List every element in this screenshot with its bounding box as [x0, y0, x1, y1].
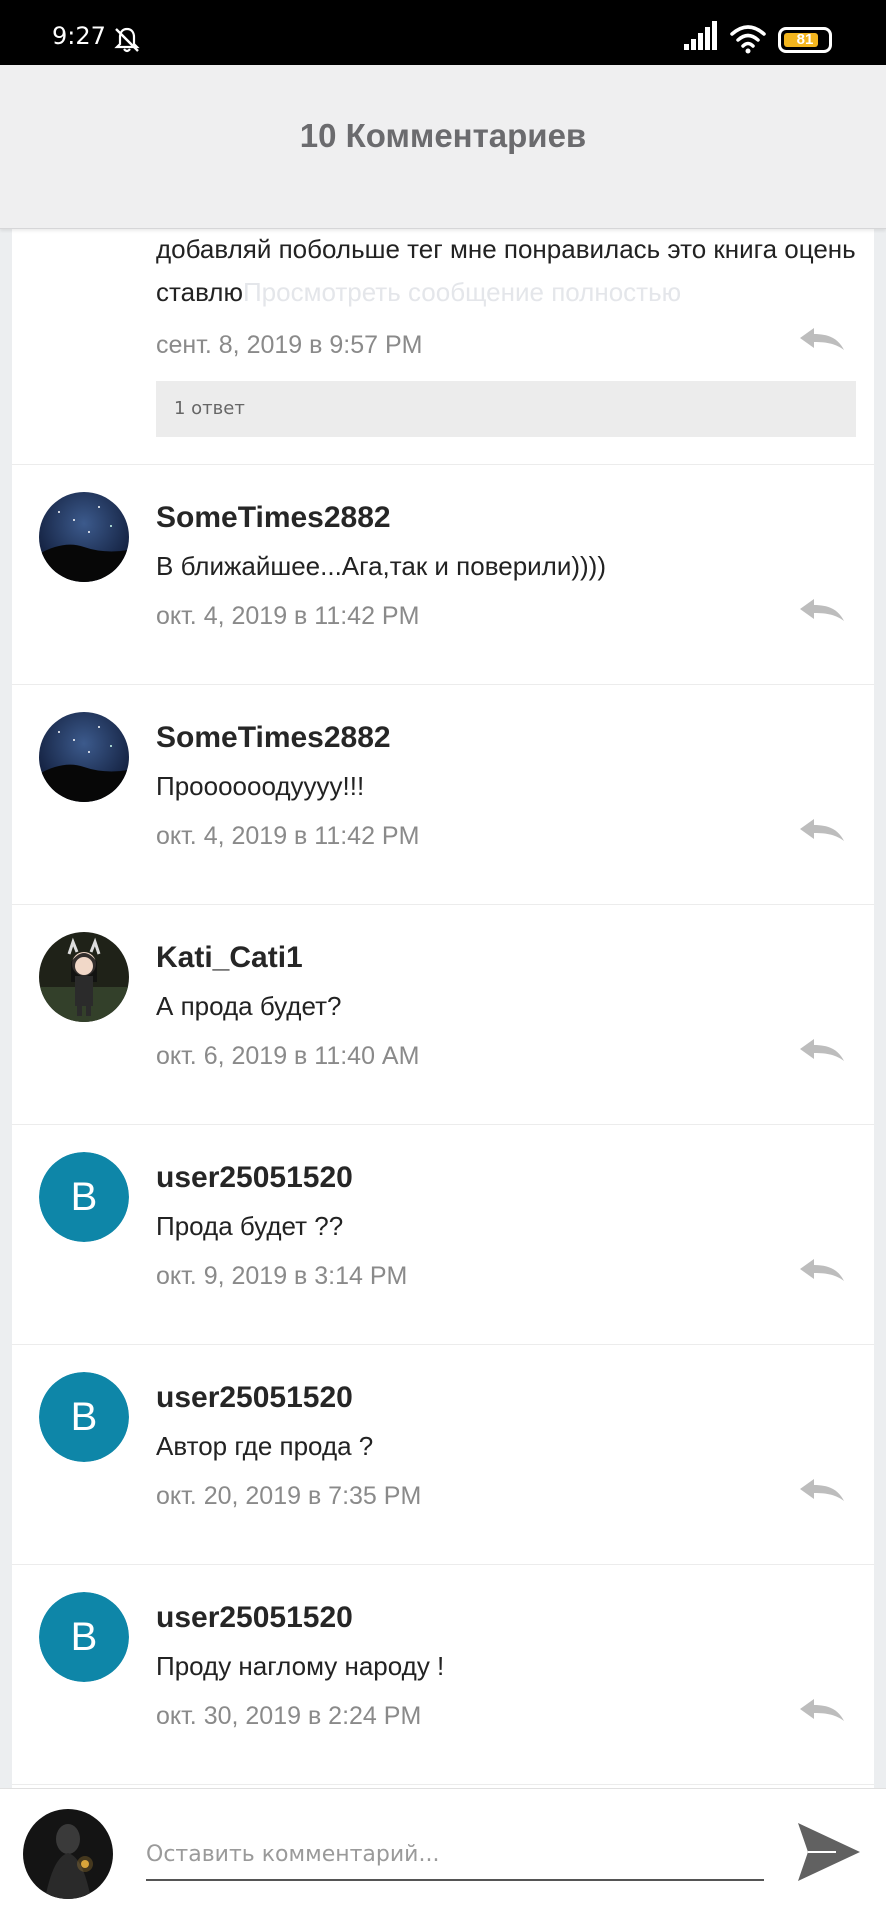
- view-full-message-link[interactable]: Просмотреть сообщение полностью: [243, 277, 681, 307]
- replies-button[interactable]: 1 ответ: [156, 381, 856, 437]
- reply-icon[interactable]: [798, 1037, 846, 1065]
- current-user-avatar: [23, 1809, 113, 1899]
- comment-date: окт. 6, 2019 в 11:40 AM: [156, 1042, 420, 1070]
- comment-text: Проооооодуууу!!!: [156, 771, 365, 801]
- reply-icon[interactable]: [798, 1477, 846, 1505]
- comment-date: окт. 9, 2019 в 3:14 PM: [156, 1262, 408, 1290]
- reply-icon[interactable]: [798, 1697, 846, 1725]
- comment-input[interactable]: [146, 1829, 764, 1881]
- send-icon[interactable]: [796, 1821, 862, 1883]
- comment-date: сент. 8, 2019 в 9:57 PM: [156, 331, 423, 359]
- comments-header: 10 Комментариев: [0, 65, 886, 229]
- comment-username[interactable]: user25051520: [156, 1381, 353, 1415]
- comment-text: Проду наглому народу !: [156, 1651, 445, 1681]
- status-bar: 9:27 81: [0, 0, 886, 65]
- comment-text: добавляй побольше тег мне понравилась эт…: [156, 228, 856, 314]
- avatar[interactable]: B: [39, 1152, 129, 1242]
- comment-text: В ближайшее...Ага,так и поверили)))): [156, 551, 606, 581]
- status-time: 9:27: [52, 22, 106, 50]
- comment-date: окт. 4, 2019 в 11:42 PM: [156, 822, 420, 850]
- avatar[interactable]: B: [39, 1592, 129, 1682]
- comments-list[interactable]: добавляй побольше тег мне понравилась эт…: [12, 228, 874, 1788]
- comment-item: B user25051520 Автор где прода ? окт. 20…: [12, 1345, 874, 1565]
- comment-username[interactable]: user25051520: [156, 1601, 353, 1635]
- comment-date: окт. 30, 2019 в 2:24 PM: [156, 1702, 422, 1730]
- comment-date: окт. 20, 2019 в 7:35 PM: [156, 1482, 422, 1510]
- comment-username[interactable]: SomeTimes2882: [156, 501, 391, 535]
- replies-count: 1 ответ: [174, 398, 245, 419]
- comment-item: добавляй побольше тег мне понравилась эт…: [12, 228, 874, 465]
- comment-username[interactable]: user25051520: [156, 1161, 353, 1195]
- comment-text: Прода будет ??: [156, 1211, 344, 1241]
- night-sky-avatar-image: [39, 492, 129, 582]
- page-title: 10 Комментариев: [299, 117, 587, 154]
- comment-text: А прода будет?: [156, 991, 342, 1021]
- reply-icon[interactable]: [798, 326, 846, 354]
- signal-icon: [684, 21, 717, 50]
- night-sky-avatar-image: [39, 712, 129, 802]
- comment-username[interactable]: Kati_Cati1: [156, 941, 303, 975]
- avatar-initial: B: [39, 1372, 129, 1462]
- avatar[interactable]: [39, 492, 129, 582]
- comment-item: SomeTimes2882 Проооооодуууу!!! окт. 4, 2…: [12, 685, 874, 905]
- comment-item: B user25051520 Прода будет ?? окт. 9, 20…: [12, 1125, 874, 1345]
- comment-text: Автор где прода ?: [156, 1431, 374, 1461]
- avatar-initial: B: [39, 1592, 129, 1682]
- avatar[interactable]: [39, 712, 129, 802]
- comment-username[interactable]: SomeTimes2882: [156, 721, 391, 755]
- comment-composer: [0, 1788, 886, 1921]
- comment-item: Kati_Cati1 А прода будет? окт. 6, 2019 в…: [12, 905, 874, 1125]
- notifications-off-icon: [114, 27, 140, 53]
- avatar[interactable]: [39, 932, 129, 1022]
- avatar-initial: B: [39, 1152, 129, 1242]
- battery-indicator: 81: [778, 27, 832, 53]
- reply-icon[interactable]: [798, 1257, 846, 1285]
- battery-percent: 81: [796, 31, 814, 48]
- character-avatar-image: [39, 932, 129, 1022]
- reply-icon[interactable]: [798, 597, 846, 625]
- comment-date: окт. 4, 2019 в 11:42 PM: [156, 602, 420, 630]
- reply-icon[interactable]: [798, 817, 846, 845]
- avatar[interactable]: B: [39, 1372, 129, 1462]
- wifi-icon: [730, 25, 766, 54]
- comment-item: B user25051520 Проду наглому народу ! ок…: [12, 1565, 874, 1785]
- comment-item: SomeTimes2882 В ближайшее...Ага,так и по…: [12, 465, 874, 685]
